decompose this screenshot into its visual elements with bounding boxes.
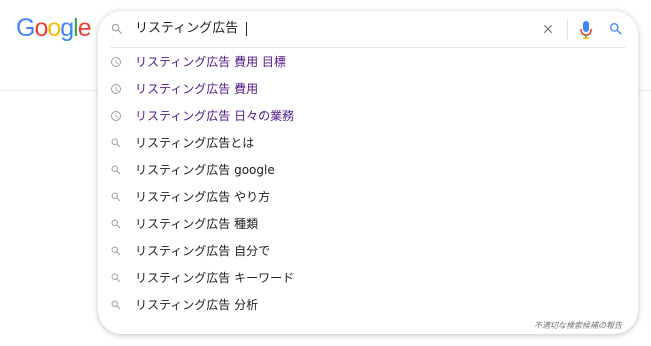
suggestion-text: リスティング広告 やり方 <box>135 190 271 204</box>
text-cursor <box>246 21 248 36</box>
suggestions-divider <box>110 47 626 48</box>
search-query-text: リスティング広告 <box>135 21 239 36</box>
suggestion-text: リスティング広告 費用 <box>135 82 259 96</box>
suggestion-text: リスティング広告 キーワード <box>135 271 295 285</box>
close-icon[interactable] <box>541 22 555 36</box>
suggestions-list: リスティング広告 費用 目標 リスティング広告 費用リスティング広告 日々の業務リ… <box>98 49 638 319</box>
search-icon <box>111 23 122 34</box>
logo-letter: o <box>34 14 48 42</box>
logo-letter: o <box>47 14 61 42</box>
history-icon <box>111 111 121 121</box>
search-box-with-suggestions: リスティング広告 リスティング広告 費用 目標 リスティング広告 費用 リスティング… <box>98 11 638 334</box>
suggestion-text: リスティング広告 費用 目標 <box>135 55 286 69</box>
suggestion-text: リスティング広告 分析 <box>135 298 259 312</box>
report-inappropriate-link[interactable]: 不適切な検索候補の報告 <box>534 320 622 331</box>
suggestion-item[interactable]: リスティング広告 分析 <box>98 292 638 319</box>
mic-icon[interactable] <box>579 20 593 40</box>
search-bar-divider <box>567 20 568 40</box>
suggestion-item[interactable]: リスティング広告 キーワード <box>98 265 638 292</box>
suggestion-item[interactable]: リスティング広告とは <box>98 130 638 157</box>
search-icon <box>111 246 121 256</box>
google-logo[interactable]: Google <box>16 12 92 44</box>
suggestion-text: リスティング広告 自分で <box>135 244 271 258</box>
search-icon <box>111 138 121 148</box>
search-icon <box>111 219 121 229</box>
search-input[interactable]: リスティング広告 <box>135 19 248 39</box>
suggestion-text: リスティング広告 google <box>135 163 275 177</box>
suggestion-item[interactable]: リスティング広告 種類 <box>98 211 638 238</box>
search-icon <box>111 165 121 175</box>
suggestion-text: リスティング広告 種類 <box>135 217 259 231</box>
google-search-page: Google リスティング広告 リスティング広告 費用 目標 リスティング広告 … <box>0 0 651 346</box>
suggestion-item[interactable]: リスティング広告 google <box>98 157 638 184</box>
search-icon <box>111 192 121 202</box>
history-icon <box>111 84 121 94</box>
search-icon <box>111 273 121 283</box>
suggestion-text: リスティング広告 日々の業務 <box>135 109 295 123</box>
search-submit-icon[interactable] <box>608 21 624 37</box>
suggestion-item[interactable]: リスティング広告 費用 目標 <box>98 49 638 76</box>
suggestion-item[interactable]: リスティング広告 日々の業務 <box>98 103 638 130</box>
suggestion-item[interactable]: リスティング広告 費用 <box>98 76 638 103</box>
suggestion-text: リスティング広告とは <box>135 136 255 150</box>
search-bar: リスティング広告 <box>98 11 638 47</box>
search-icon <box>111 300 121 310</box>
history-icon <box>111 57 121 67</box>
suggestion-item[interactable]: リスティング広告 自分で <box>98 238 638 265</box>
suggestion-item[interactable]: リスティング広告 やり方 <box>98 184 638 211</box>
logo-letter: G <box>16 14 35 42</box>
logo-letter: g <box>60 14 74 42</box>
logo-letter: e <box>77 14 92 42</box>
